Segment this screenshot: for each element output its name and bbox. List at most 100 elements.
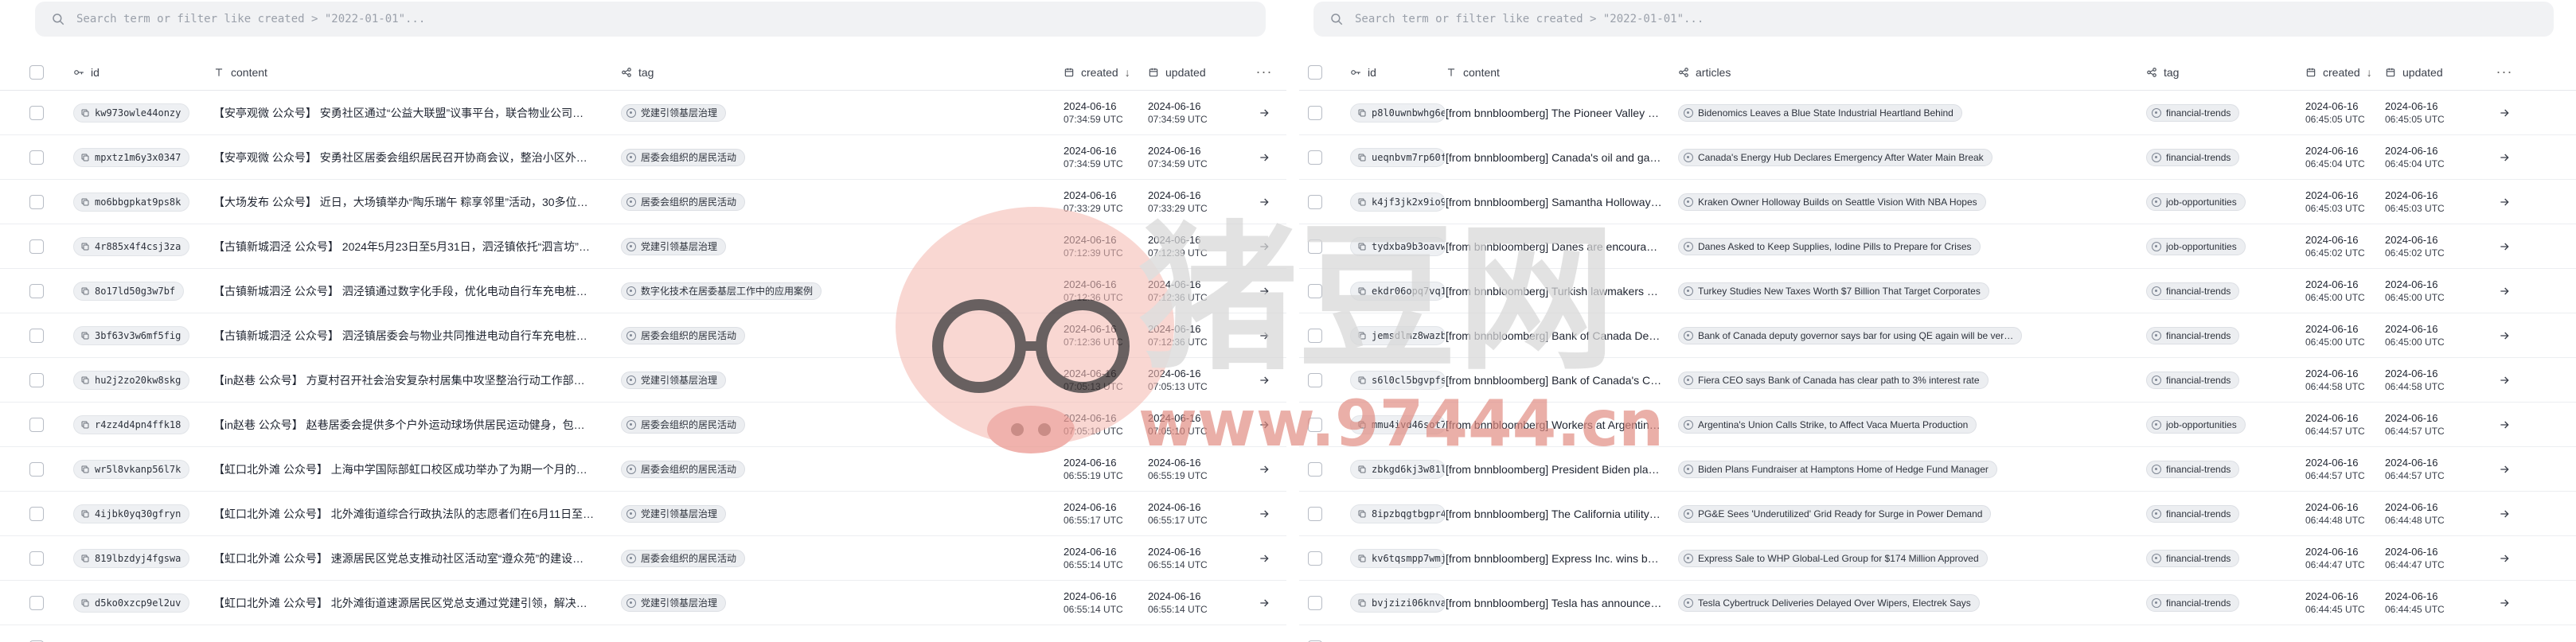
column-header-id[interactable]: id [73, 54, 213, 90]
tag-chip[interactable]: 居委会组织的居民活动 [621, 148, 746, 166]
tag-chip[interactable]: financial-trends [2146, 103, 2240, 122]
table-row[interactable]: wr5l8vkanp56l7k 【虹口北外滩 公众号】 上海中学国际部虹口校区成功… [0, 447, 1286, 492]
table-row[interactable]: ueqnbvm7rp60fmi[from bnnbloomberg] Canad… [1299, 135, 2576, 180]
row-checkbox[interactable] [1308, 551, 1322, 566]
table-row[interactable]: mo6bbgpkat9ps8k 【大场发布 公众号】 近日，大场镇举办“陶乐瑞午 … [0, 180, 1286, 224]
row-select-cell[interactable] [0, 313, 73, 357]
table-row[interactable]: hu2j2zo20kw8skg 【in赵巷 公众号】 方夏村召开社会治安复杂村居集… [0, 358, 1286, 403]
column-header-updated[interactable]: updated [2385, 54, 2480, 90]
select-all-cell[interactable] [0, 54, 73, 90]
table-row[interactable]: tydxba9b3oavwu [from bnnbloomberg] Danes … [1299, 224, 2576, 269]
row-checkbox[interactable] [1308, 506, 1322, 521]
open-record-button[interactable] [1242, 581, 1286, 624]
open-record-button[interactable] [1242, 269, 1286, 313]
column-header-tag[interactable]: tag [2146, 54, 2305, 90]
row-checkbox[interactable] [29, 328, 44, 343]
table-row[interactable]: 8ipzbqgtbgpr4y [from bnnbloomberg] The Ca… [1299, 492, 2576, 536]
open-record-button[interactable] [1242, 358, 1286, 402]
row-select-cell[interactable] [0, 447, 73, 491]
column-header-articles[interactable]: articles [1678, 54, 2146, 90]
row-checkbox[interactable] [29, 461, 44, 477]
open-record-button[interactable] [2480, 269, 2528, 313]
record-id[interactable]: 8o17ld50g3w7bf [73, 281, 185, 301]
open-record-button[interactable] [2480, 180, 2528, 224]
tag-chip[interactable]: 居委会组织的居民活动 [621, 460, 746, 478]
sort-desc-icon[interactable]: ↓ [2367, 66, 2372, 79]
column-header-updated[interactable]: updated [1148, 54, 1242, 90]
row-select-cell[interactable] [1299, 224, 1331, 268]
table-row[interactable]: 3bf63v3w6mf5fig 【古镇新城泗泾 公众号】 泗泾镇居委会与物业共同推… [0, 313, 1286, 358]
sort-desc-icon[interactable]: ↓ [1125, 66, 1130, 79]
open-record-button[interactable] [1242, 313, 1286, 357]
table-row[interactable]: k4jf3jk2x9io9mb[from bnnbloomberg] Saman… [1299, 180, 2576, 224]
tag-chip[interactable]: 党建引领基层治理 [621, 371, 727, 389]
table-row[interactable]: jemsdlmz8wazbr2[from bnnbloomberg] Bank … [1299, 313, 2576, 358]
article-chip[interactable]: Fiera CEO says Bank of Canada has clear … [1678, 371, 1989, 389]
open-record-button[interactable] [1242, 403, 1286, 446]
open-record-button[interactable] [2480, 358, 2528, 402]
open-record-button[interactable] [2480, 536, 2528, 580]
article-chip[interactable]: Bidenomics Leaves a Blue State Industria… [1678, 103, 1962, 122]
row-checkbox[interactable] [29, 417, 44, 432]
row-checkbox[interactable] [1308, 239, 1322, 254]
table-row[interactable]: d5ko0xzcp9el2uv 【虹口北外滩 公众号】 北外滩街道速源居民区党总支… [0, 581, 1286, 625]
open-record-button[interactable] [2480, 625, 2528, 642]
record-id[interactable]: k4jf3jk2x9io9mb [1350, 192, 1446, 212]
table-row[interactable]: ekdr06opq7vq1 [from bnnbloomberg] Turkish… [1299, 269, 2576, 313]
record-id[interactable]: mo6bbgpkat9ps8k [73, 192, 190, 212]
column-header-id[interactable]: id [1331, 54, 1446, 90]
open-record-button[interactable] [2480, 135, 2528, 179]
record-id[interactable]: ueqnbvm7rp60fmi [1350, 147, 1446, 167]
table-row[interactable]: p8l0uwnbwhg6e4c[from bnnbloomberg] The P… [1299, 91, 2576, 135]
row-checkbox[interactable] [29, 283, 44, 298]
tag-chip[interactable]: job-opportunities [2146, 237, 2246, 255]
tag-chip[interactable]: 党建引领基层治理 [621, 504, 727, 523]
open-record-button[interactable] [1242, 224, 1286, 268]
record-id[interactable]: kv6tqsmpp7wmj98 [1350, 548, 1446, 568]
table-row[interactable]: r4zz4d4pn4ffk18 【in赵巷 公众号】 赵巷居委会提供多个户外运动球… [0, 403, 1286, 447]
open-record-button[interactable] [2480, 403, 2528, 446]
row-select-cell[interactable] [0, 536, 73, 580]
row-select-cell[interactable] [0, 135, 73, 179]
row-checkbox[interactable] [1308, 105, 1322, 120]
row-select-cell[interactable] [1299, 180, 1331, 224]
row-select-cell[interactable] [1299, 625, 1331, 642]
row-select-cell[interactable] [1299, 269, 1331, 313]
tag-chip[interactable]: financial-trends [2146, 371, 2240, 389]
record-id[interactable]: 4r885x4f4csj3za [73, 236, 190, 256]
open-record-button[interactable] [1242, 91, 1286, 134]
record-id[interactable]: bvjzizi06knvaksi [1350, 593, 1446, 613]
record-id[interactable]: wr5l8vkanp56l7k [73, 459, 190, 479]
tag-chip[interactable]: job-opportunities [2146, 193, 2246, 211]
tag-chip[interactable]: financial-trends [2146, 593, 2240, 612]
record-id[interactable]: 3bf63v3w6mf5fig [73, 325, 190, 345]
row-select-cell[interactable] [0, 269, 73, 313]
tag-chip[interactable]: 居委会组织的居民活动 [621, 415, 746, 434]
tag-chip[interactable]: financial-trends [2146, 326, 2240, 344]
tag-chip[interactable]: financial-trends [2146, 148, 2240, 166]
table-row[interactable]: 2024-06-162024-06-16 [1299, 625, 2576, 642]
tag-chip[interactable]: financial-trends [2146, 460, 2240, 478]
open-record-button[interactable] [1242, 180, 1286, 224]
record-id[interactable]: 8ipzbqgtbgpr4y [1350, 504, 1446, 523]
open-record-button[interactable] [1242, 536, 1286, 580]
open-record-button[interactable] [2480, 313, 2528, 357]
table-row[interactable]: s6l0cl5bgvpfsxe[from bnnbloomberg] Bank … [1299, 358, 2576, 403]
row-checkbox[interactable] [29, 105, 44, 120]
open-record-button[interactable] [2480, 91, 2528, 134]
record-id[interactable]: d5ko0xzcp9el2uv [73, 593, 190, 613]
row-select-cell[interactable] [0, 581, 73, 624]
tag-chip[interactable]: 居委会组织的居民活动 [621, 549, 746, 567]
article-chip[interactable]: Bank of Canada deputy governor says bar … [1678, 326, 2023, 344]
table-row[interactable]: mpxtz1m6y3x0347 【安亭观微 公众号】 安勇社区居委会组织居民召开协… [0, 135, 1286, 180]
row-checkbox[interactable] [1308, 283, 1322, 298]
open-record-button[interactable] [2480, 492, 2528, 535]
row-select-cell[interactable] [0, 180, 73, 224]
record-id[interactable]: s6l0cl5bgvpfsxe [1350, 370, 1446, 390]
open-record-button[interactable] [1242, 492, 1286, 535]
row-checkbox[interactable] [1308, 461, 1322, 477]
row-select-cell[interactable] [1299, 403, 1331, 446]
select-all-checkbox[interactable] [1308, 64, 1322, 80]
row-select-cell[interactable] [0, 358, 73, 402]
more-horizontal-icon[interactable]: ··· [1242, 54, 1286, 90]
